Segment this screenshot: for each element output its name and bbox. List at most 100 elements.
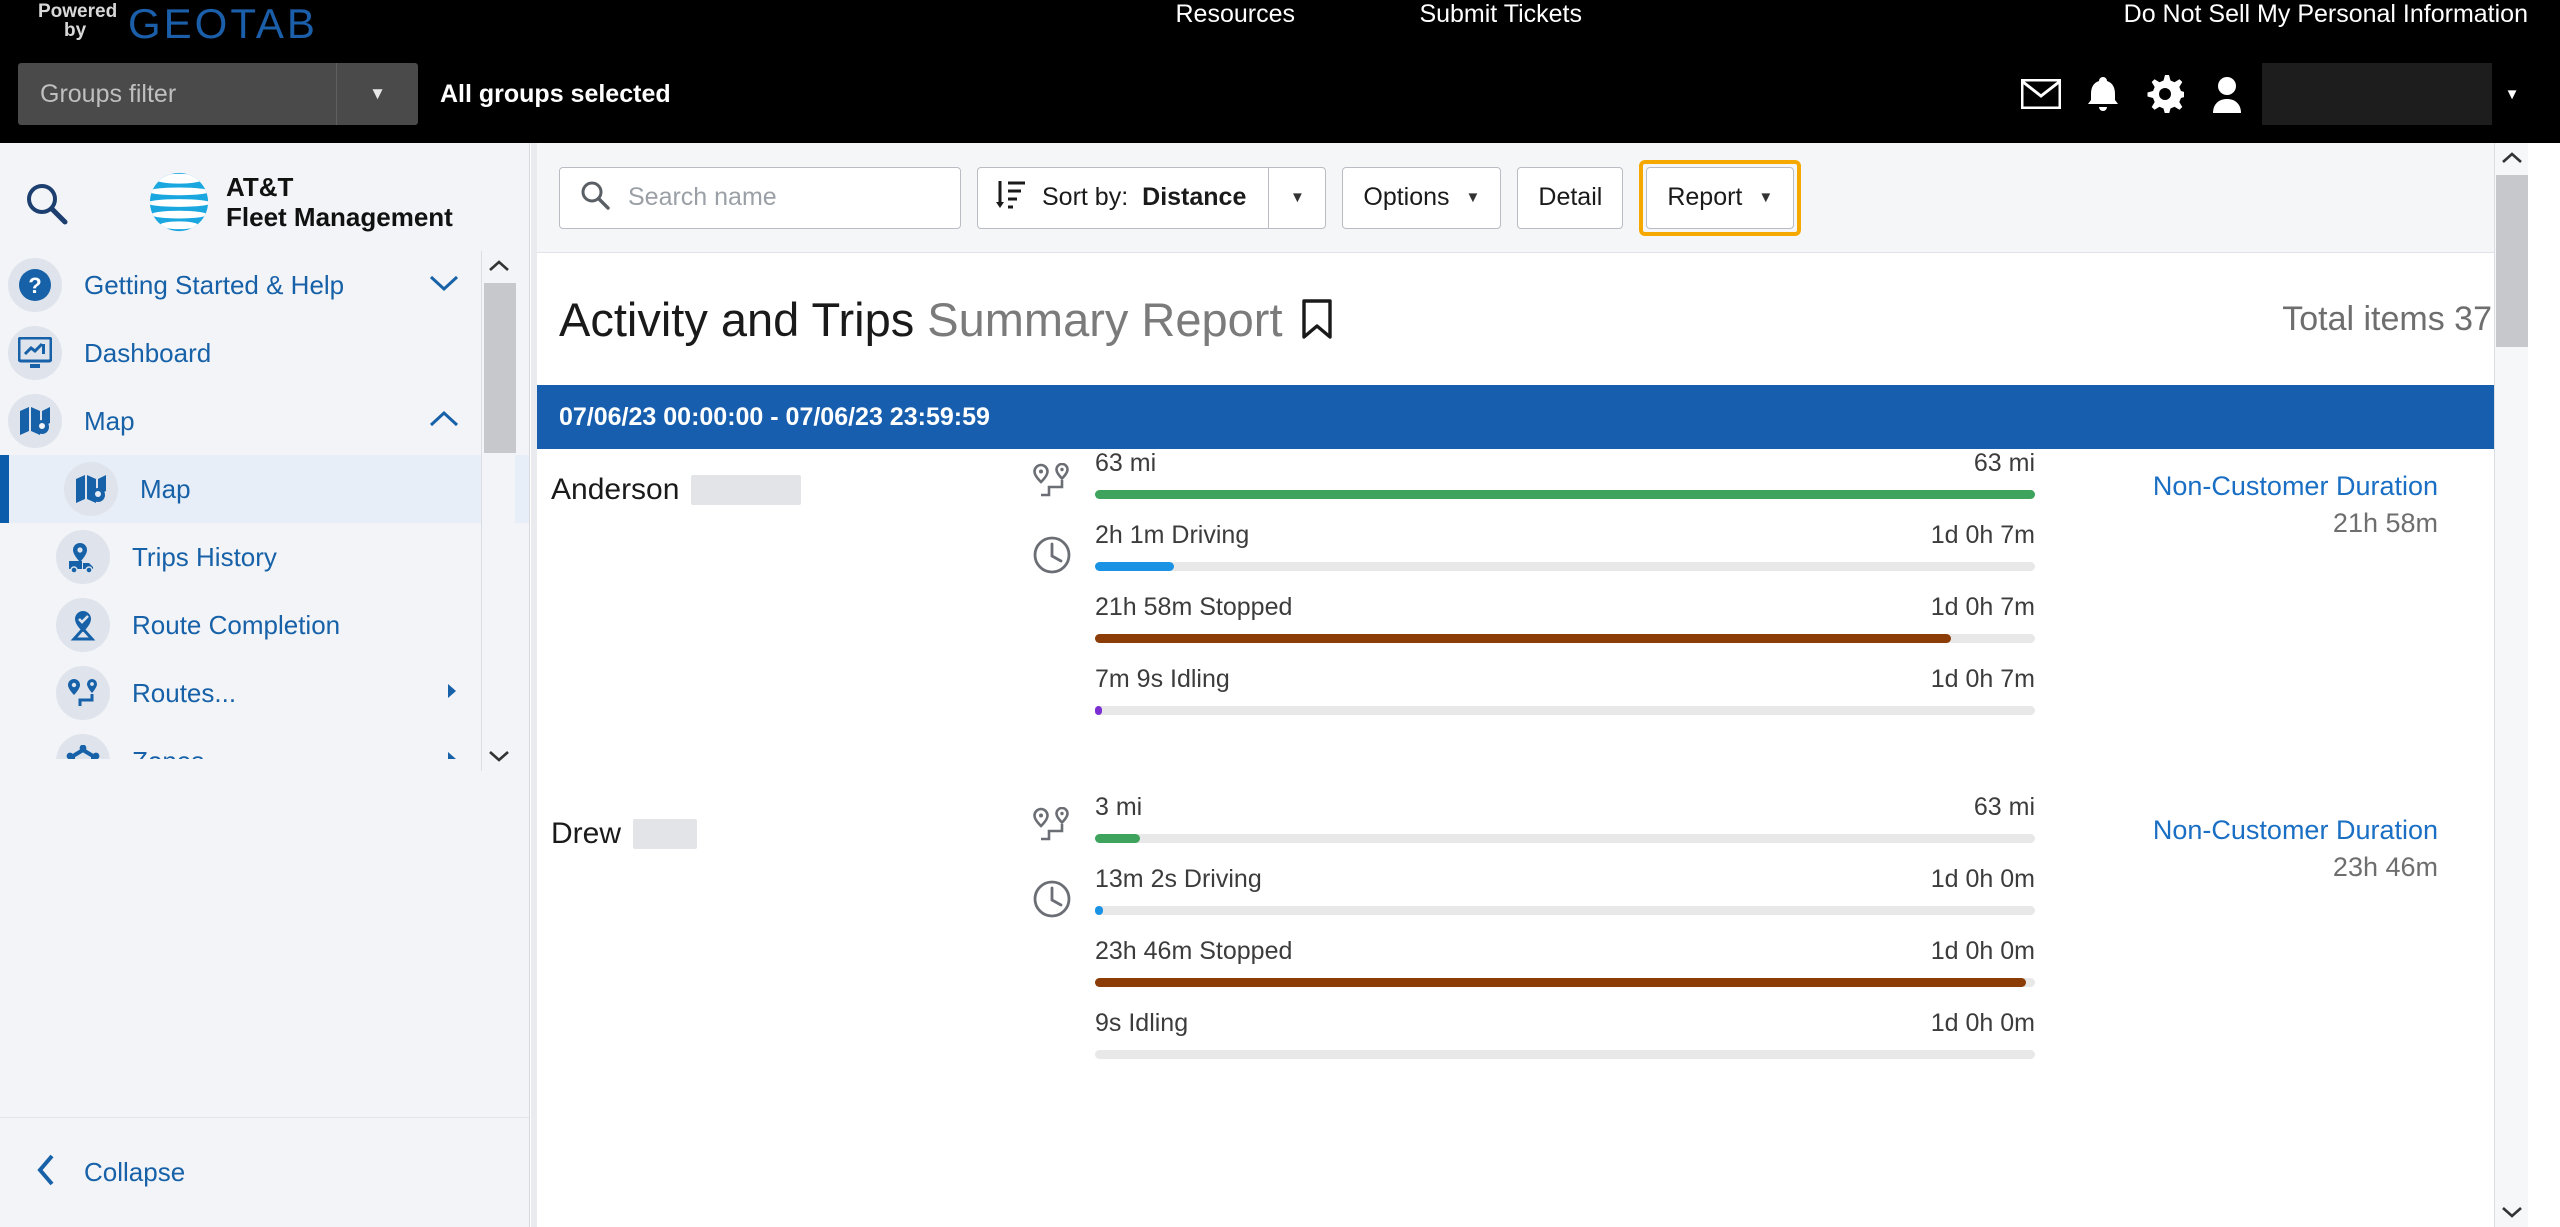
detail-label: Detail: [1538, 183, 1603, 211]
sidebar-scrollbar[interactable]: [481, 251, 516, 771]
table-row[interactable]: Anderson 63 mi 63 mi 2h 1m Driving 1d 0h 7m 2…: [537, 449, 2528, 793]
report-label: Report: [1667, 183, 1743, 211]
options-label: Options: [1363, 183, 1450, 211]
trips-history-icon: [56, 530, 110, 584]
sidebar-item-map-group[interactable]: Map: [0, 387, 529, 455]
sidebar-item-zones[interactable]: Zones...: [0, 727, 529, 759]
sidebar-item-dashboard[interactable]: Dashboard: [0, 319, 529, 387]
metric-bar-row: 3 mi 63 mi: [1095, 793, 2035, 865]
bookmark-icon[interactable]: [1301, 299, 1333, 339]
metric-max-label: 1d 0h 0m: [1930, 937, 2035, 965]
chevron-right-icon[interactable]: [445, 682, 459, 705]
date-range-label: 07/06/23 00:00:00 - 07/06/23 23:59:59: [559, 402, 990, 431]
chevron-down-icon[interactable]: [429, 274, 459, 297]
metric-distance: 63 mi 63 mi: [1027, 449, 2037, 521]
scroll-up-arrow-icon[interactable]: [2495, 143, 2529, 173]
metric-track: [1095, 706, 2035, 715]
report-title-sub: Summary Report: [927, 292, 1283, 346]
sidebar-item-label: Trips History: [132, 541, 277, 572]
metric-distance: 3 mi 63 mi: [1027, 793, 2037, 865]
user-icon[interactable]: [2196, 62, 2258, 126]
metric-max-label: 63 mi: [1973, 793, 2035, 821]
metric-bar-row: 2h 1m Driving 1d 0h 7m: [1095, 521, 2035, 593]
date-range-bar: 07/06/23 00:00:00 - 07/06/23 23:59:59: [537, 385, 2528, 449]
sidebar-item-map[interactable]: Map: [0, 455, 529, 523]
scroll-down-arrow-icon[interactable]: [2495, 1197, 2529, 1227]
report-rows: Anderson 63 mi 63 mi 2h 1m Driving 1d 0h 7m 2…: [537, 449, 2528, 1227]
link-do-not-sell[interactable]: Do Not Sell My Personal Information: [2124, 0, 2528, 29]
report-title-main: Activity and Trips: [559, 292, 915, 346]
bell-icon[interactable]: [2072, 62, 2134, 126]
sidebar-nav-list: ? Getting Started & Help Dashboard Map M…: [0, 251, 529, 759]
table-row[interactable]: Drew 3 mi 63 mi 13m 2s Driving 1d 0h 0m 23h 4…: [537, 793, 2528, 1137]
groups-filter-dropdown[interactable]: Groups filter ▼: [18, 63, 418, 125]
sort-descending-icon: [996, 178, 1026, 217]
collapse-label: Collapse: [84, 1157, 186, 1187]
chevron-down-icon[interactable]: ▼: [336, 63, 418, 125]
metric-label: 7m 9s Idling: [1095, 665, 1230, 693]
scroll-down-arrow-icon[interactable]: [482, 741, 516, 771]
sidebar-item-route-completion[interactable]: Route Completion: [0, 591, 529, 659]
metric-label: 21h 58m Stopped: [1095, 593, 1293, 621]
link-submit-tickets[interactable]: Submit Tickets: [1419, 0, 1582, 29]
metric-track: [1095, 834, 2035, 843]
user-name-field[interactable]: [2262, 63, 2492, 125]
sidebar-item-trips-history[interactable]: Trips History: [0, 523, 529, 591]
chevron-up-icon[interactable]: [429, 410, 459, 433]
non-customer-duration-title[interactable]: Non-Customer Duration: [2153, 815, 2438, 846]
main-scrollbar-thumb[interactable]: [2496, 175, 2528, 347]
geotab-logo: GEOTAB: [128, 0, 318, 47]
mail-icon[interactable]: [2010, 62, 2072, 126]
non-customer-duration-title[interactable]: Non-Customer Duration: [2153, 471, 2438, 502]
metric-driving: 2h 1m Driving 1d 0h 7m: [1027, 521, 2037, 593]
sidebar-scrollbar-thumb[interactable]: [484, 283, 516, 453]
metric-track: [1095, 978, 2035, 987]
metric-track: [1095, 906, 2035, 915]
metric-track: [1095, 634, 2035, 643]
metric-max-label: 1d 0h 7m: [1930, 665, 2035, 693]
search-icon[interactable]: [16, 173, 76, 233]
sort-by-button[interactable]: Sort by: Distance ▼: [977, 166, 1327, 229]
chevron-right-icon[interactable]: [445, 750, 459, 759]
non-customer-duration-block: Non-Customer Duration 23h 46m: [2153, 815, 2438, 883]
sidebar-collapse-button[interactable]: Collapse: [0, 1117, 529, 1227]
main-scrollbar[interactable]: [2494, 143, 2528, 1227]
sidebar-item-label: Route Completion: [132, 609, 341, 640]
driver-name-text: Anderson: [551, 473, 680, 506]
metric-stopped: 23h 46m Stopped 1d 0h 0m: [1027, 937, 2037, 1009]
chevron-down-icon[interactable]: ▼: [1269, 189, 1325, 206]
metric-max-label: 1d 0h 7m: [1930, 593, 2035, 621]
map-icon: [64, 462, 118, 516]
non-customer-duration-block: Non-Customer Duration 21h 58m: [2153, 471, 2438, 539]
clock-icon: [1027, 535, 1077, 575]
options-button[interactable]: Options ▼: [1342, 166, 1502, 229]
link-resources[interactable]: Resources: [1176, 0, 1296, 29]
search-input[interactable]: Search name: [559, 166, 961, 229]
driver-name: Anderson: [551, 473, 802, 507]
metric-label: 23h 46m Stopped: [1095, 937, 1293, 965]
metric-label: 3 mi: [1095, 793, 1143, 821]
driver-name-text: Drew: [551, 817, 622, 850]
logo-line-1: AT&T: [226, 171, 294, 202]
metric-bar-row: 21h 58m Stopped 1d 0h 7m: [1095, 593, 2035, 665]
chevron-left-icon: [36, 1154, 56, 1191]
sidebar-item-label: Routes...: [132, 677, 237, 708]
metrics-group: 63 mi 63 mi 2h 1m Driving 1d 0h 7m 21h 58m S…: [1027, 449, 2037, 737]
detail-button[interactable]: Detail: [1517, 166, 1624, 229]
sidebar-item-getting-started-help[interactable]: ? Getting Started & Help: [0, 251, 529, 319]
scroll-up-arrow-icon[interactable]: [482, 251, 516, 281]
top-icon-bar: ▼: [2010, 62, 2532, 126]
help-circle-icon: ?: [8, 258, 62, 312]
chevron-down-icon: ▼: [1465, 189, 1481, 206]
report-title-bar: Activity and Trips Summary Report Total …: [537, 253, 2528, 385]
page-title: Activity and Trips Summary Report: [559, 292, 1283, 347]
sidebar-item-routes[interactable]: Routes...: [0, 659, 529, 727]
gear-icon[interactable]: [2134, 62, 2196, 126]
metric-fill: [1095, 834, 1141, 843]
report-button[interactable]: Report ▼: [1646, 166, 1795, 229]
sidebar-item-label: Map: [140, 473, 191, 504]
chevron-down-icon: ▼: [1758, 189, 1774, 206]
metric-fill: [1095, 634, 1952, 643]
non-customer-duration-value: 23h 46m: [2332, 852, 2438, 882]
chevron-down-icon[interactable]: ▼: [2492, 86, 2532, 103]
